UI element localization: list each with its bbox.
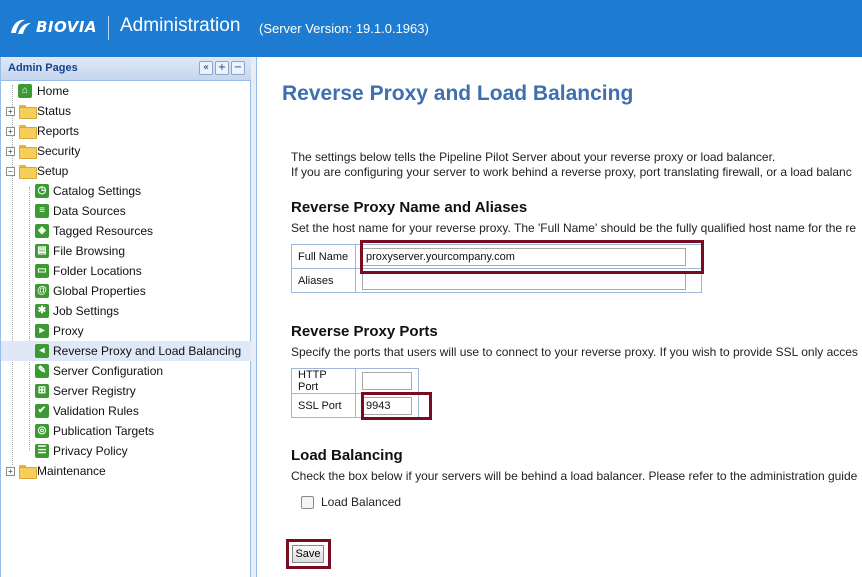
folder-icon: [19, 465, 37, 479]
main-content: Reverse Proxy and Load Balancing The set…: [256, 57, 862, 577]
ssl-port-input[interactable]: [362, 396, 412, 415]
section-desc-load-balancing: Check the box below if your servers will…: [291, 469, 858, 483]
tree-node-proxy[interactable]: ▸ Proxy: [1, 321, 251, 341]
tree-node-home[interactable]: ⌂ Home: [1, 81, 251, 101]
biovia-logo: BIOVIA: [9, 17, 97, 37]
name-aliases-form: Full Name Aliases: [291, 244, 702, 293]
save-button[interactable]: Save: [292, 545, 324, 563]
tag-icon: ◈: [35, 224, 49, 238]
tree-node-privacy-policy[interactable]: ☰ Privacy Policy: [1, 441, 251, 461]
intro-line: The settings below tells the Pipeline Pi…: [291, 150, 776, 164]
section-desc-name-aliases: Set the host name for your reverse proxy…: [291, 221, 857, 235]
folder-open-icon: [19, 165, 37, 179]
admin-tree: ⌂ Home + Status + Reports + Security − S…: [1, 81, 251, 481]
thumb-icon: ✔: [35, 404, 49, 418]
tree-node-server-configuration[interactable]: ✎ Server Configuration: [1, 361, 251, 381]
aliases-input[interactable]: [362, 271, 686, 290]
http-port-input[interactable]: [362, 372, 412, 390]
folder-icon: [19, 125, 37, 139]
ds-logo-icon: [11, 19, 31, 34]
section-desc-ports: Specify the ports that users will use to…: [291, 345, 858, 359]
collapse-all-button[interactable]: −: [231, 61, 245, 75]
tree-node-job-settings[interactable]: ✱ Job Settings: [1, 301, 251, 321]
tree-node-status[interactable]: + Status: [1, 101, 251, 121]
expand-icon[interactable]: +: [6, 467, 15, 476]
expand-icon[interactable]: +: [6, 127, 15, 136]
tree-node-reverse-proxy[interactable]: ◂ Reverse Proxy and Load Balancing: [1, 341, 251, 361]
folder-location-icon: ▭: [35, 264, 49, 278]
tree-node-maintenance[interactable]: + Maintenance: [1, 461, 251, 481]
wrench-icon: ✎: [35, 364, 49, 378]
collapse-icon[interactable]: −: [6, 167, 15, 176]
proxy-icon: ▸: [35, 324, 49, 338]
collapse-panel-button[interactable]: «: [199, 61, 213, 75]
expand-all-button[interactable]: +: [215, 61, 229, 75]
panel-header: Admin Pages « + −: [1, 57, 251, 81]
grid-icon: ⊞: [35, 384, 49, 398]
tree-node-setup[interactable]: − Setup: [1, 161, 251, 181]
clock-icon: ◷: [35, 184, 49, 198]
section-title-load-balancing: Load Balancing: [291, 447, 403, 464]
http-port-label: HTTP Port: [291, 368, 356, 394]
tree-node-folder-locations[interactable]: ▭ Folder Locations: [1, 261, 251, 281]
admin-pages-panel: Admin Pages « + − ⌂ Home + Status + Repo…: [0, 57, 251, 577]
tree-node-security[interactable]: + Security: [1, 141, 251, 161]
ssl-port-label: SSL Port: [291, 393, 356, 418]
full-name-input[interactable]: [362, 247, 686, 266]
aliases-label: Aliases: [291, 268, 356, 293]
app-title: Administration: [120, 15, 241, 36]
app-header: BIOVIA Administration (Server Version: 1…: [0, 0, 862, 57]
full-name-label: Full Name: [291, 244, 356, 269]
load-balanced-label: Load Balanced: [321, 495, 402, 509]
tree-node-global-properties[interactable]: @ Global Properties: [1, 281, 251, 301]
tree-node-catalog-settings[interactable]: ◷ Catalog Settings: [1, 181, 251, 201]
tree-node-file-browsing[interactable]: ▤ File Browsing: [1, 241, 251, 261]
brand-name: BIOVIA: [36, 18, 98, 36]
page-title: Reverse Proxy and Load Balancing: [282, 82, 634, 105]
home-icon: ⌂: [18, 84, 32, 98]
section-title-name-aliases: Reverse Proxy Name and Aliases: [291, 199, 528, 216]
target-icon: ◎: [35, 424, 49, 438]
tree-node-reports[interactable]: + Reports: [1, 121, 251, 141]
gear-icon: ✱: [35, 304, 49, 318]
section-title-ports: Reverse Proxy Ports: [291, 323, 438, 340]
intro-text: The settings below tells the Pipeline Pi…: [291, 150, 852, 180]
panel-title: Admin Pages: [8, 62, 78, 74]
at-icon: @: [35, 284, 49, 298]
reverse-proxy-icon: ◂: [35, 344, 49, 358]
folder-icon: [19, 105, 37, 119]
server-version: (Server Version: 19.1.0.1963): [259, 21, 429, 36]
header-divider: [108, 16, 109, 40]
ports-form: HTTP Port SSL Port: [291, 368, 419, 418]
load-balanced-checkbox[interactable]: [301, 496, 314, 509]
intro-line: If you are configuring your server to wo…: [291, 165, 852, 179]
tree-node-publication-targets[interactable]: ◎ Publication Targets: [1, 421, 251, 441]
tree-node-tagged-resources[interactable]: ◈ Tagged Resources: [1, 221, 251, 241]
folder-icon: [19, 145, 37, 159]
tree-node-server-registry[interactable]: ⊞ Server Registry: [1, 381, 251, 401]
tree-node-validation-rules[interactable]: ✔ Validation Rules: [1, 401, 251, 421]
expand-icon[interactable]: +: [6, 107, 15, 116]
expand-icon[interactable]: +: [6, 147, 15, 156]
database-icon: ≡: [35, 204, 49, 218]
file-icon: ▤: [35, 244, 49, 258]
tree-node-data-sources[interactable]: ≡ Data Sources: [1, 201, 251, 221]
document-icon: ☰: [35, 444, 49, 458]
